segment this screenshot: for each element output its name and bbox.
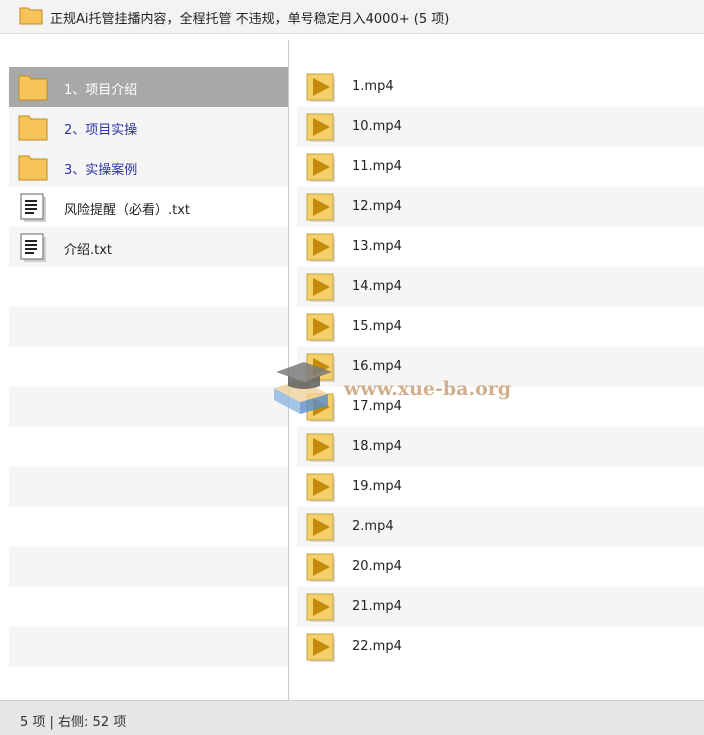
item-label: 1、项目介绍	[64, 83, 138, 98]
list-item-video[interactable]: 2.mp4	[297, 507, 704, 547]
list-item-video[interactable]: 20.mp4	[297, 547, 704, 587]
list-item-folder-3[interactable]: 3、实操案例	[9, 147, 288, 187]
item-label: 19.mp4	[352, 479, 402, 494]
item-label: 10.mp4	[352, 119, 402, 134]
watermark-text: www.xue-ba.org	[344, 378, 512, 400]
video-file-icon	[306, 273, 336, 307]
item-label: 3、实操案例	[64, 163, 138, 178]
video-file-icon	[306, 313, 336, 347]
video-file-icon	[306, 113, 336, 147]
list-item-video[interactable]: 11.mp4	[297, 147, 704, 187]
watermark: www.xue-ba.org	[270, 358, 511, 422]
list-item-video[interactable]: 21.mp4	[297, 587, 704, 627]
folder-icon	[19, 5, 43, 29]
list-item-video[interactable]: 12.mp4	[297, 187, 704, 227]
item-label: 风险提醒（必看）.txt	[64, 203, 191, 218]
list-item-video[interactable]: 1.mp4	[297, 67, 704, 107]
video-file-icon	[306, 73, 336, 107]
item-label: 2、项目实操	[64, 123, 138, 138]
empty-row	[9, 627, 288, 667]
empty-row	[9, 307, 288, 347]
video-file-icon	[306, 433, 336, 467]
folder-icon	[18, 113, 48, 145]
text-file-icon	[18, 233, 48, 267]
window-title: 正规Ai托管挂播内容，全程托管 不违规，单号稳定月入4000+ (5 项)	[50, 12, 450, 27]
list-item-video[interactable]: 18.mp4	[297, 427, 704, 467]
folder-icon	[18, 73, 48, 105]
video-file-icon	[306, 553, 336, 587]
video-file-icon	[306, 593, 336, 627]
list-item-video[interactable]: 13.mp4	[297, 227, 704, 267]
item-label: 2.mp4	[352, 519, 394, 534]
item-label: 11.mp4	[352, 159, 402, 174]
video-file-icon	[306, 473, 336, 507]
video-file-icon	[306, 193, 336, 227]
item-label: 14.mp4	[352, 279, 402, 294]
text-file-icon	[18, 193, 48, 227]
right-pane[interactable]: 1.mp4 10.mp4 11.mp4 12.mp4 13.mp4 14.mp4	[289, 40, 704, 700]
title-bar: 正规Ai托管挂播内容，全程托管 不违规，单号稳定月入4000+ (5 项)	[0, 0, 704, 34]
list-item-folder-2[interactable]: 2、项目实操	[9, 107, 288, 147]
list-item-video[interactable]: 10.mp4	[297, 107, 704, 147]
item-label: 15.mp4	[352, 319, 402, 334]
item-label: 17.mp4	[352, 399, 402, 414]
item-label: 21.mp4	[352, 599, 402, 614]
empty-row	[9, 547, 288, 587]
empty-row	[9, 387, 288, 427]
list-item-file-1[interactable]: 风险提醒（必看）.txt	[9, 187, 288, 227]
item-label: 介绍.txt	[64, 243, 113, 258]
status-bar: 5 项 | 右侧: 52 项	[0, 700, 704, 735]
video-file-icon	[306, 233, 336, 267]
left-pane[interactable]: 1、项目介绍 2、项目实操 3、实操案例 风险提醒（必看）.txt 介绍.txt	[0, 40, 289, 700]
status-text: 5 项 | 右侧: 52 项	[20, 715, 127, 730]
item-label: 12.mp4	[352, 199, 402, 214]
video-file-icon	[306, 633, 336, 667]
video-file-icon	[306, 513, 336, 547]
list-item-video[interactable]: 15.mp4	[297, 307, 704, 347]
video-file-icon	[306, 153, 336, 187]
item-label: 18.mp4	[352, 439, 402, 454]
list-item-video[interactable]: 22.mp4	[297, 627, 704, 667]
item-label: 13.mp4	[352, 239, 402, 254]
item-label: 16.mp4	[352, 359, 402, 374]
list-item-file-2[interactable]: 介绍.txt	[9, 227, 288, 267]
empty-row	[9, 467, 288, 507]
folder-icon	[18, 153, 48, 185]
list-item-video[interactable]: 19.mp4	[297, 467, 704, 507]
list-item-folder-1[interactable]: 1、项目介绍	[9, 67, 288, 107]
graduation-cap-icon	[270, 362, 340, 422]
item-label: 22.mp4	[352, 639, 402, 654]
item-label: 20.mp4	[352, 559, 402, 574]
item-label: 1.mp4	[352, 79, 394, 94]
list-item-video[interactable]: 14.mp4	[297, 267, 704, 307]
